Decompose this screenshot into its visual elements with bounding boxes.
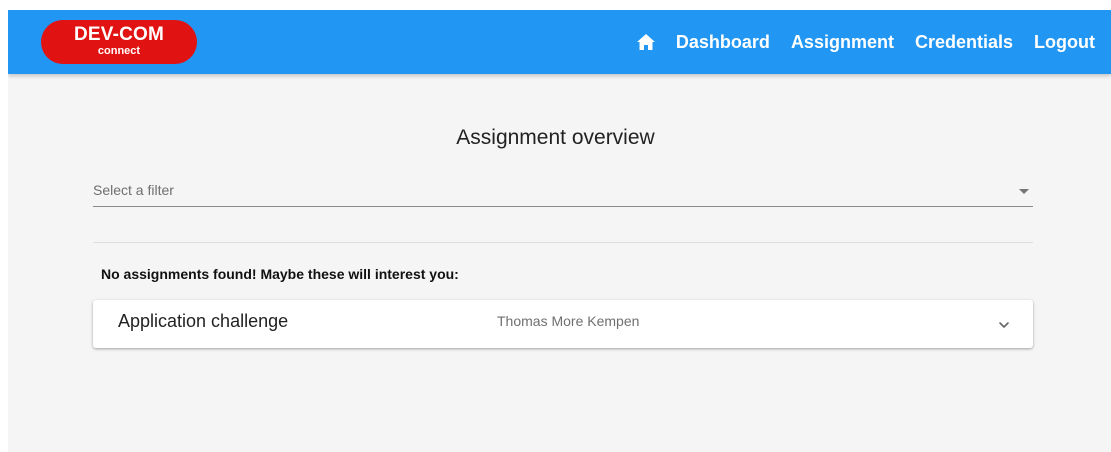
- dev-com-logo[interactable]: DEV-COM connect: [41, 20, 197, 64]
- nav-dashboard-link[interactable]: Dashboard: [676, 32, 770, 53]
- home-icon: [636, 34, 655, 50]
- nav-credentials-link[interactable]: Credentials: [915, 32, 1013, 53]
- suggestion-card[interactable]: Application challenge Thomas More Kempen: [93, 300, 1033, 348]
- divider: [93, 242, 1033, 243]
- logo-title: DEV-COM: [73, 24, 165, 45]
- chevron-down-icon[interactable]: [997, 318, 1011, 332]
- filter-placeholder: Select a filter: [93, 182, 174, 198]
- assignment-company: Thomas More Kempen: [497, 313, 640, 329]
- nav-logout-link[interactable]: Logout: [1034, 32, 1095, 53]
- assignment-title: Application challenge: [118, 311, 289, 331]
- main-navigation: Dashboard Assignment Credentials Logout: [634, 10, 1111, 74]
- page-title: Assignment overview: [456, 126, 655, 149]
- home-button[interactable]: [634, 30, 658, 54]
- dropdown-arrow-icon: [1019, 189, 1029, 194]
- app-frame: DEV-COM connect Dashboard Assignment Cre…: [8, 10, 1111, 452]
- nav-assignment-link[interactable]: Assignment: [791, 32, 894, 53]
- empty-state-message: No assignments found! Maybe these will i…: [101, 266, 459, 282]
- filter-select[interactable]: Select a filter: [93, 178, 1033, 207]
- top-app-bar: DEV-COM connect Dashboard Assignment Cre…: [8, 10, 1111, 74]
- logo-subtitle: connect: [97, 45, 141, 57]
